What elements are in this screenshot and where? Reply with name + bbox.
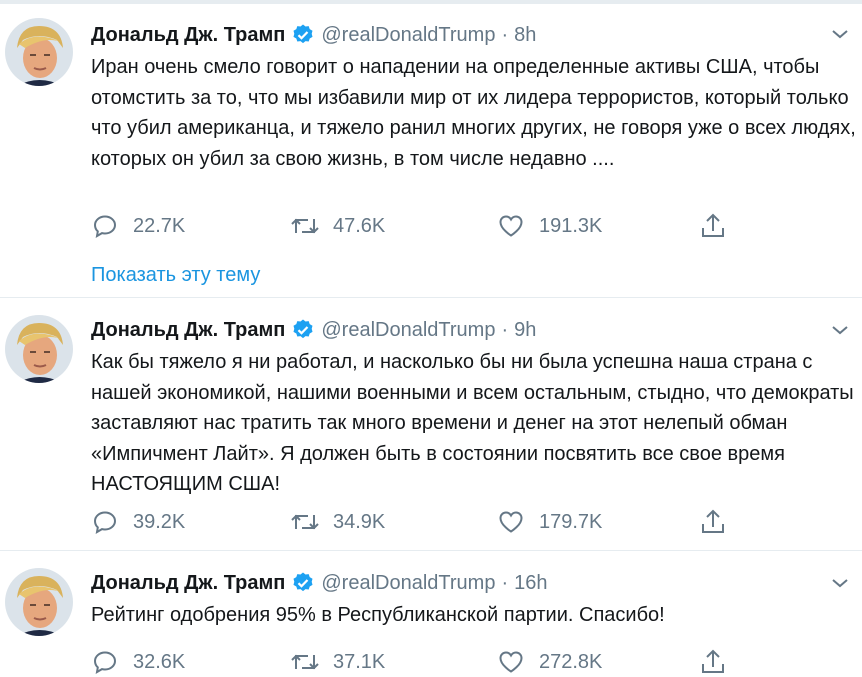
share-button[interactable]	[699, 647, 727, 677]
tweet-header: Дональд Дж. Трамп @realDonaldTrump · 8h	[91, 21, 536, 49]
share-icon	[699, 212, 727, 240]
reply-count: 32.6K	[133, 650, 186, 673]
retweet-icon	[291, 212, 319, 240]
share-icon	[699, 508, 727, 536]
like-button[interactable]: 272.8K	[497, 647, 602, 677]
retweet-count: 37.1K	[333, 650, 386, 673]
reply-count: 22.7K	[133, 214, 186, 237]
verified-badge-icon	[291, 23, 315, 47]
tweet-header: Дональд Дж. Трамп @realDonaldTrump · 16h	[91, 569, 548, 597]
verified-badge-icon	[291, 571, 315, 595]
reply-button[interactable]: 39.2K	[91, 507, 185, 537]
like-count: 272.8K	[539, 650, 603, 673]
heart-icon	[497, 648, 525, 676]
tweet-header: Дональд Дж. Трамп @realDonaldTrump · 9h	[91, 316, 536, 344]
retweet-count: 34.9K	[333, 510, 386, 533]
tweet[interactable]: Дональд Дж. Трамп @realDonaldTrump · 9h …	[0, 298, 862, 551]
share-button[interactable]	[699, 507, 727, 537]
like-count: 191.3K	[539, 214, 603, 237]
like-button[interactable]: 191.3K	[497, 211, 602, 241]
verified-badge-icon	[291, 318, 315, 342]
chevron-down-icon[interactable]	[828, 22, 852, 46]
author-handle[interactable]: @realDonaldTrump	[321, 24, 495, 47]
tweet[interactable]: Дональд Дж. Трамп @realDonaldTrump · 8h …	[0, 4, 862, 298]
tweet-text: Рейтинг одобрения 95% в Республиканской …	[91, 604, 665, 626]
heart-icon	[497, 508, 525, 536]
tweet-timestamp[interactable]: 9h	[514, 319, 536, 342]
retweet-icon	[291, 648, 319, 676]
avatar-image	[5, 315, 73, 383]
avatar-image	[5, 568, 73, 636]
retweet-icon	[291, 508, 319, 536]
reply-button[interactable]: 22.7K	[91, 211, 185, 241]
tweet[interactable]: Дональд Дж. Трамп @realDonaldTrump · 16h…	[0, 551, 862, 674]
chevron-down-icon[interactable]	[828, 571, 852, 595]
separator-dot: ·	[501, 318, 509, 341]
tweet-actions: 32.6K 37.1K 272.8K	[91, 647, 751, 677]
author-name[interactable]: Дональд Дж. Трамп	[91, 319, 285, 342]
avatar[interactable]	[5, 315, 73, 383]
avatar[interactable]	[5, 568, 73, 636]
heart-icon	[497, 212, 525, 240]
separator-dot: ·	[501, 23, 509, 46]
like-button[interactable]: 179.7K	[497, 507, 602, 537]
author-name[interactable]: Дональд Дж. Трамп	[91, 24, 285, 47]
retweet-button[interactable]: 47.6K	[291, 211, 385, 241]
tweet-actions: 22.7K 47.6K 191.3K	[91, 211, 751, 241]
retweet-button[interactable]: 37.1K	[291, 647, 385, 677]
like-count: 179.7K	[539, 510, 603, 533]
tweet-timestamp[interactable]: 16h	[514, 572, 547, 595]
reply-icon	[91, 508, 119, 536]
tweet-actions: 39.2K 34.9K 179.7K	[91, 507, 751, 537]
avatar-image	[5, 18, 73, 86]
reply-button[interactable]: 32.6K	[91, 647, 185, 677]
author-handle[interactable]: @realDonaldTrump	[321, 319, 495, 342]
tweet-text: Как бы тяжело я ни работал, и насколько …	[91, 351, 854, 495]
chevron-down-icon[interactable]	[828, 318, 852, 342]
reply-icon	[91, 648, 119, 676]
retweet-button[interactable]: 34.9K	[291, 507, 385, 537]
tweet-timestamp[interactable]: 8h	[514, 24, 536, 47]
avatar[interactable]	[5, 18, 73, 86]
author-handle[interactable]: @realDonaldTrump	[321, 572, 495, 595]
show-thread-link[interactable]: Показать эту тему	[91, 264, 260, 287]
tweet-text: Иран очень смело говорит о нападении на …	[91, 56, 856, 170]
retweet-count: 47.6K	[333, 214, 386, 237]
reply-count: 39.2K	[133, 510, 186, 533]
share-icon	[699, 648, 727, 676]
author-name[interactable]: Дональд Дж. Трамп	[91, 572, 285, 595]
reply-icon	[91, 212, 119, 240]
share-button[interactable]	[699, 211, 727, 241]
separator-dot: ·	[501, 571, 509, 594]
